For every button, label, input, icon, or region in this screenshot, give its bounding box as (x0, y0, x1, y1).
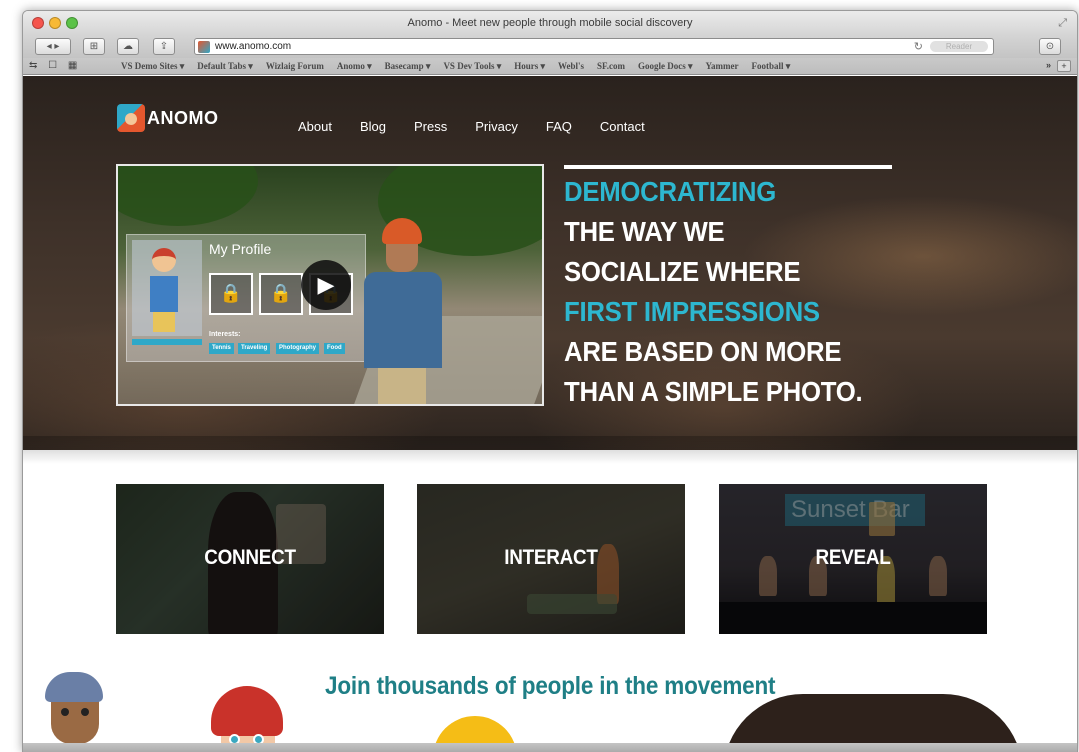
headline-line: THE WAY WE (564, 216, 725, 247)
anomo-logo-icon (117, 104, 145, 132)
back-forward-buttons[interactable]: ◂ ▸ (35, 38, 71, 55)
avatar-beanie (41, 672, 107, 752)
headline-line: FIRST IMPRESSIONS (564, 296, 820, 327)
address-bar[interactable]: www.anomo.com ↻ Reader (194, 38, 994, 55)
play-icon[interactable]: ▶ (301, 260, 351, 310)
lock-icon: 🔒 (259, 273, 303, 315)
nav-contact[interactable]: Contact (600, 119, 645, 134)
nav-about[interactable]: About (298, 119, 332, 134)
bookmark-item[interactable]: Google Docs ▾ (638, 61, 693, 72)
feature-label: REVEAL (815, 546, 891, 569)
main-nav: About Blog Press Privacy FAQ Contact (298, 119, 673, 134)
bookmark-item[interactable]: VS Dev Tools ▾ (443, 61, 501, 72)
nav-privacy[interactable]: Privacy (475, 119, 518, 134)
interest-chip: Traveling (238, 343, 271, 354)
bookmark-item[interactable]: Yammer (705, 61, 738, 72)
video-tree (118, 166, 258, 226)
profile-avatar (132, 240, 202, 336)
promo-video[interactable]: My Profile 🔒 🔒 🔒 Interests: Tennis Trave… (116, 164, 544, 406)
feature-label: CONNECT (204, 546, 296, 569)
top-sites-icon[interactable]: ⊞ (83, 38, 105, 55)
bookmarks-bar: ⇆ ☐ ▦ VS Demo Sites ▾ Default Tabs ▾ Wizla… (23, 58, 1077, 75)
bookmarks-icons[interactable]: ⇆ ☐ ▦ (29, 60, 81, 71)
hero-headline: DEMOCRATIZING THE WAY WE SOCIALIZE WHERE… (564, 172, 888, 412)
anomo-favicon-icon (198, 41, 210, 53)
window-bottom-edge (23, 743, 1077, 752)
feature-label: INTERACT (504, 546, 598, 569)
share-icon[interactable]: ⇪ (153, 38, 175, 55)
bookmark-list: VS Demo Sites ▾ Default Tabs ▾ Wizlaig For… (121, 61, 790, 72)
new-tab-button[interactable]: + (1057, 60, 1071, 72)
bookmark-item[interactable]: Wizlaig Forum (266, 61, 324, 72)
headline-line: THAN A SIMPLE PHOTO. (564, 376, 863, 407)
browser-toolbar: ◂ ▸ ⊞ ☁ ⇪ www.anomo.com ↻ Reader ⊙ (23, 36, 1077, 58)
web-page: ANOMO About Blog Press Privacy FAQ Conta… (23, 76, 1077, 752)
lock-icon: 🔒 (209, 273, 253, 315)
feature-connect[interactable]: CONNECT (116, 484, 384, 634)
title-bar: Anomo - Meet new people through mobile s… (23, 11, 1077, 36)
logo-text: ANOMO (147, 107, 219, 128)
address-url: www.anomo.com (215, 41, 292, 52)
hero-section: ANOMO About Blog Press Privacy FAQ Conta… (23, 76, 1077, 464)
headline-rule (564, 165, 892, 169)
nav-faq[interactable]: FAQ (546, 119, 572, 134)
interest-chip: Food (324, 343, 345, 354)
feature-interact[interactable]: INTERACT (417, 484, 685, 634)
nav-blog[interactable]: Blog (360, 119, 386, 134)
window-title: Anomo - Meet new people through mobile s… (407, 17, 693, 29)
icloud-tabs-icon[interactable]: ☁ (117, 38, 139, 55)
headline-line: SOCIALIZE WHERE (564, 256, 801, 287)
headline-line: DEMOCRATIZING (564, 176, 777, 207)
downloads-icon[interactable]: ⊙ (1039, 38, 1061, 55)
reload-icon[interactable]: ↻ (914, 40, 923, 53)
nav-press[interactable]: Press (414, 119, 447, 134)
fullscreen-icon[interactable]: ⤢ (1058, 17, 1067, 30)
bookmarks-overflow-button[interactable]: » (1046, 60, 1051, 70)
anomo-logo[interactable]: ANOMO (117, 104, 219, 132)
profile-title: My Profile (209, 241, 272, 257)
join-text: Join thousands of people in the movement (324, 672, 776, 700)
bookmark-item[interactable]: VS Demo Sites ▾ (121, 61, 184, 72)
browser-window: Anomo - Meet new people through mobile s… (22, 10, 1078, 752)
interests-label: Interests: (209, 331, 241, 338)
bookmark-item[interactable]: Basecamp ▾ (385, 61, 431, 72)
feature-reveal[interactable]: Sunset Bar REVEAL (719, 484, 987, 634)
interest-chip: Photography (276, 343, 319, 354)
bookmark-item[interactable]: Football ▾ (751, 61, 790, 72)
video-man-figure (358, 218, 448, 404)
interest-chip: Tennis (209, 343, 234, 354)
bookmark-item[interactable]: SF.com (597, 61, 625, 72)
bookmark-item[interactable]: Anomo ▾ (337, 61, 372, 72)
profile-name-tag (132, 339, 202, 345)
reader-button[interactable]: Reader (930, 41, 988, 52)
headline-line: ARE BASED ON MORE (564, 336, 842, 367)
bookmark-item[interactable]: Webl's (558, 61, 584, 72)
bookmark-item[interactable]: Default Tabs ▾ (197, 61, 253, 72)
bookmark-item[interactable]: Hours ▾ (514, 61, 545, 72)
